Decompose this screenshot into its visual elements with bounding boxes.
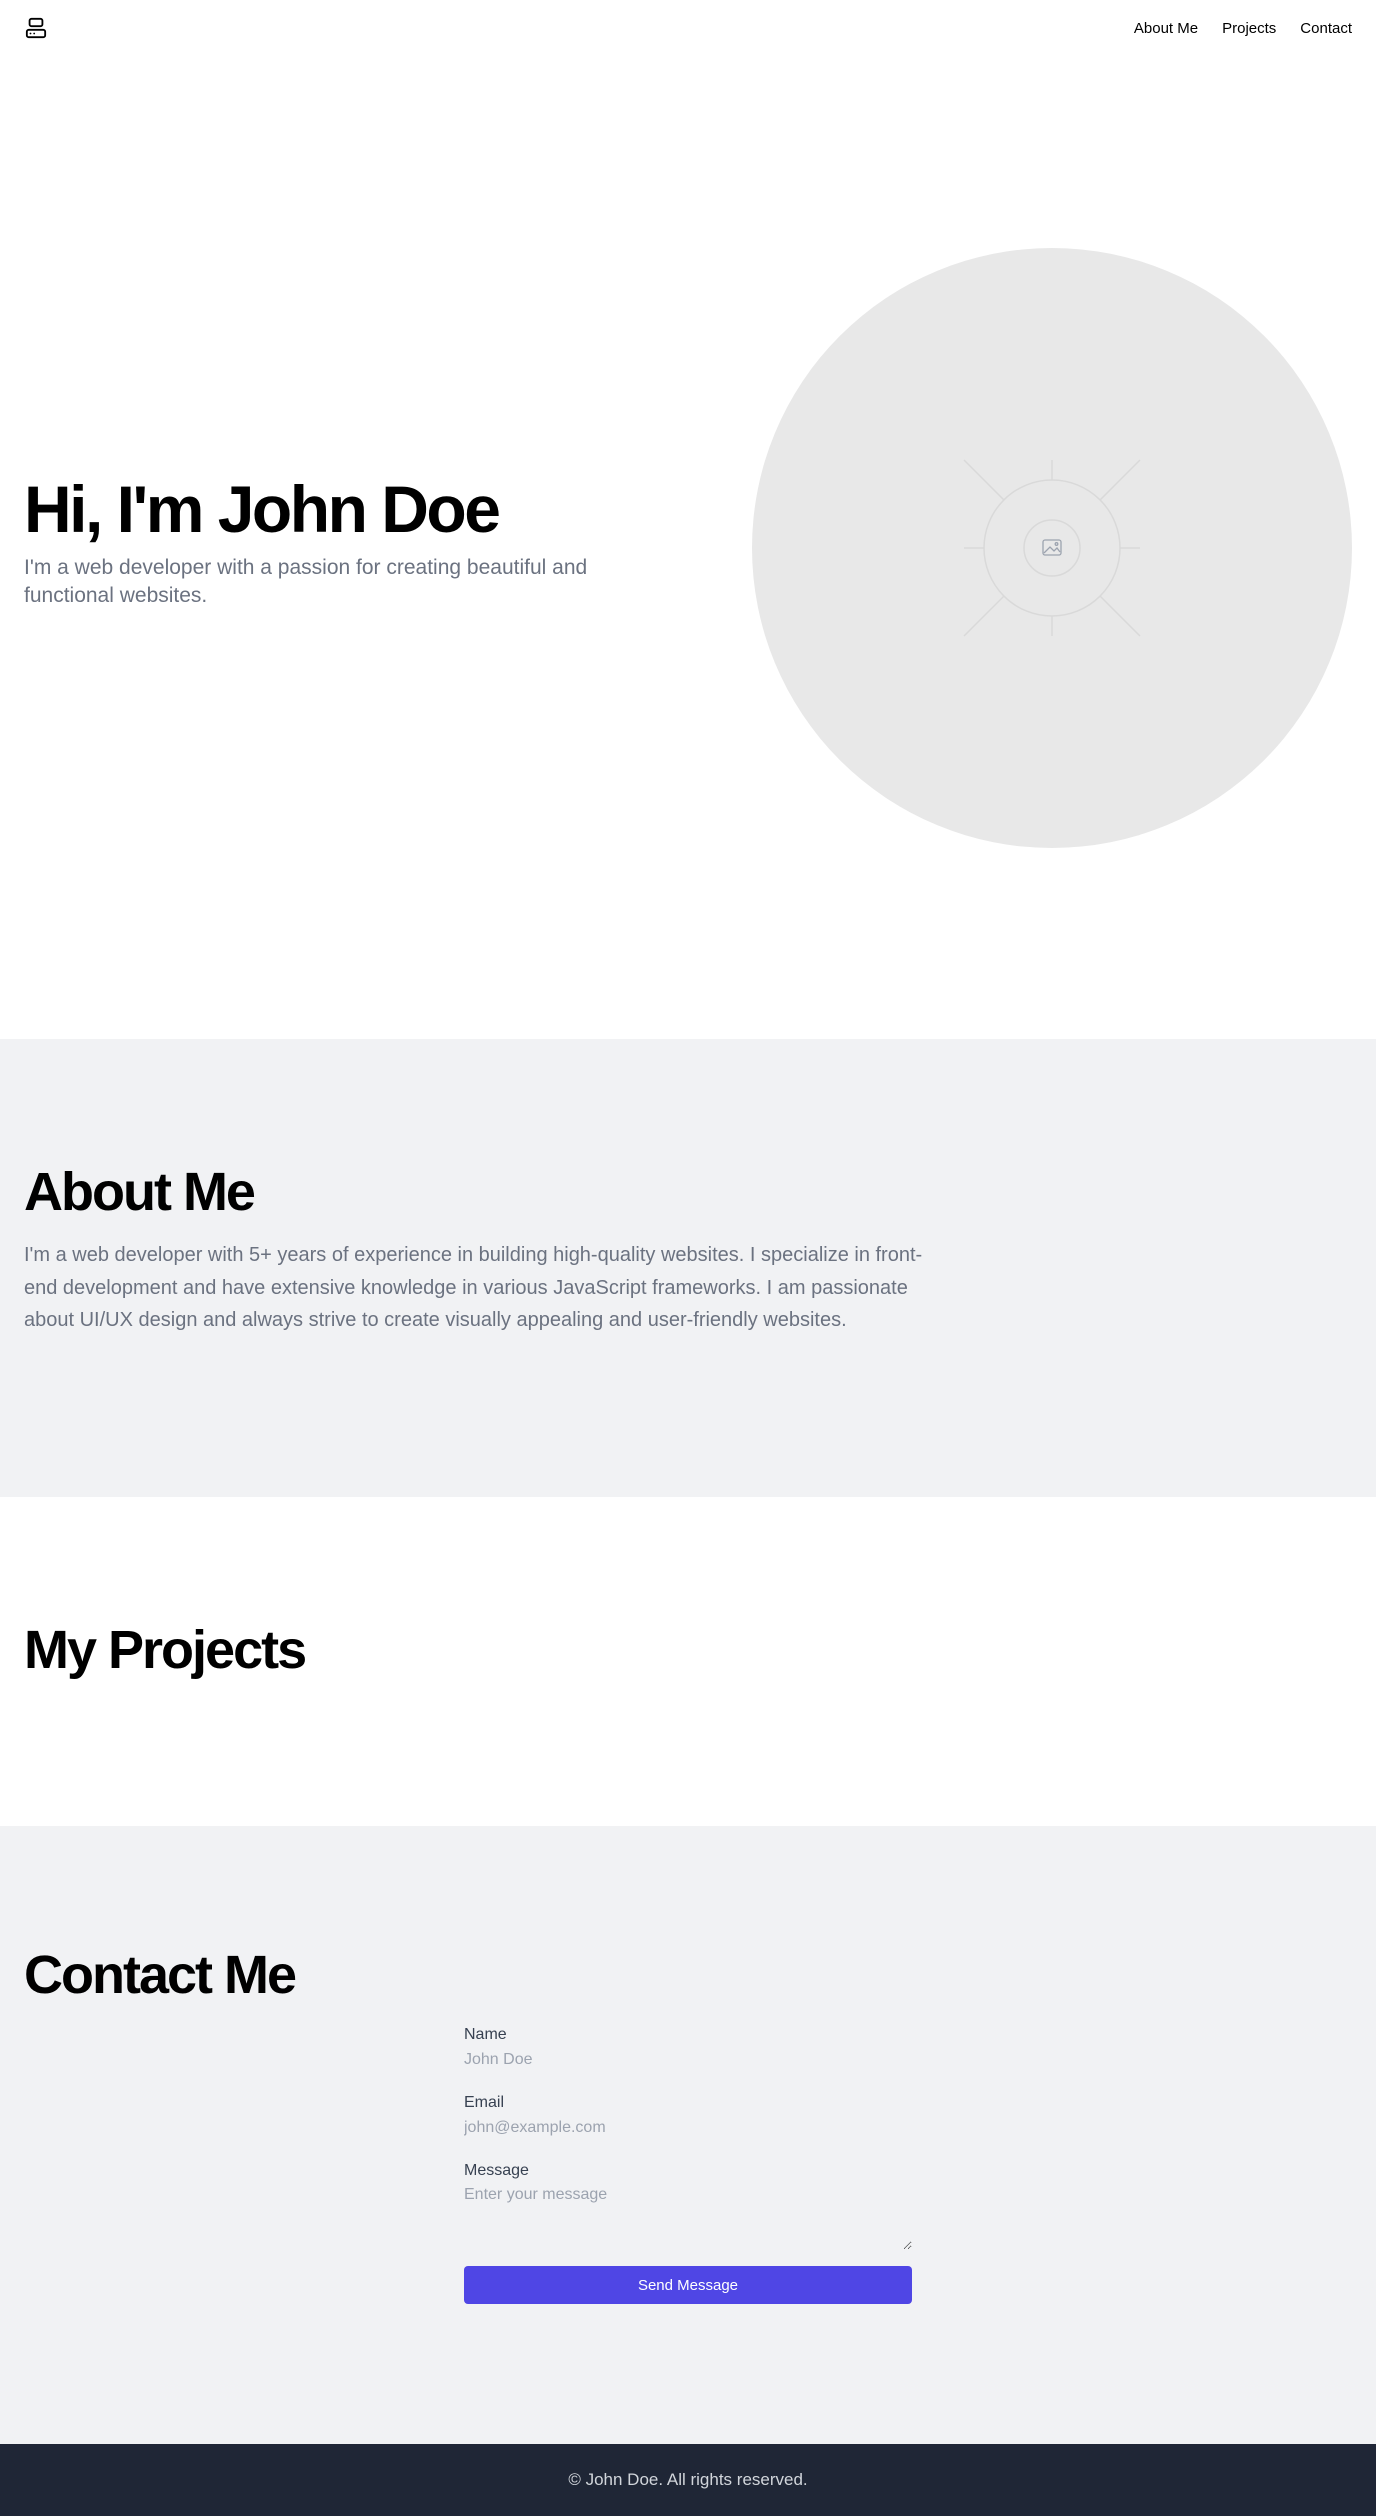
projects-section: My Projects	[0, 1497, 1376, 1826]
nav-link-projects[interactable]: Projects	[1222, 20, 1276, 37]
hero-title: Hi, I'm John Doe	[24, 472, 501, 546]
image-placeholder-icon	[963, 459, 1141, 637]
message-label: Message	[464, 2162, 529, 2179]
email-input[interactable]	[464, 2114, 912, 2142]
name-input[interactable]	[464, 2046, 912, 2074]
hero-subtitle: I'm a web developer with a passion for c…	[24, 556, 588, 607]
about-text: I'm a web developer with 5+ years of exp…	[24, 1244, 923, 1331]
contact-section: Contact Me Name Email Message Send Messa…	[0, 1826, 1376, 2444]
send-message-button[interactable]: Send Message	[464, 2266, 912, 2304]
about-title: About Me	[24, 1162, 256, 1222]
about-section: About Me I'm a web developer with 5+ yea…	[0, 1039, 1376, 1497]
site-footer: © John Doe. All rights reserved.	[0, 2444, 1376, 2516]
message-textarea[interactable]	[464, 2182, 912, 2250]
site-header: About Me Projects Contact	[0, 0, 1376, 56]
hero-section: Hi, I'm John Doe I'm a web developer wit…	[0, 56, 1376, 1039]
hero-image-placeholder	[752, 248, 1352, 848]
footer-copyright: © John Doe. All rights reserved.	[568, 2470, 808, 2489]
email-label: Email	[464, 2094, 505, 2111]
name-label: Name	[464, 2026, 507, 2043]
main-nav: About Me Projects Contact	[1134, 20, 1352, 37]
nav-link-about-me[interactable]: About Me	[1134, 20, 1198, 37]
server-stack-icon[interactable]	[24, 16, 48, 40]
contact-title: Contact Me	[24, 1945, 297, 2005]
contact-form: Name Email Message Send Message	[464, 2024, 912, 2304]
nav-link-contact[interactable]: Contact	[1300, 20, 1352, 37]
projects-title: My Projects	[24, 1620, 307, 1680]
